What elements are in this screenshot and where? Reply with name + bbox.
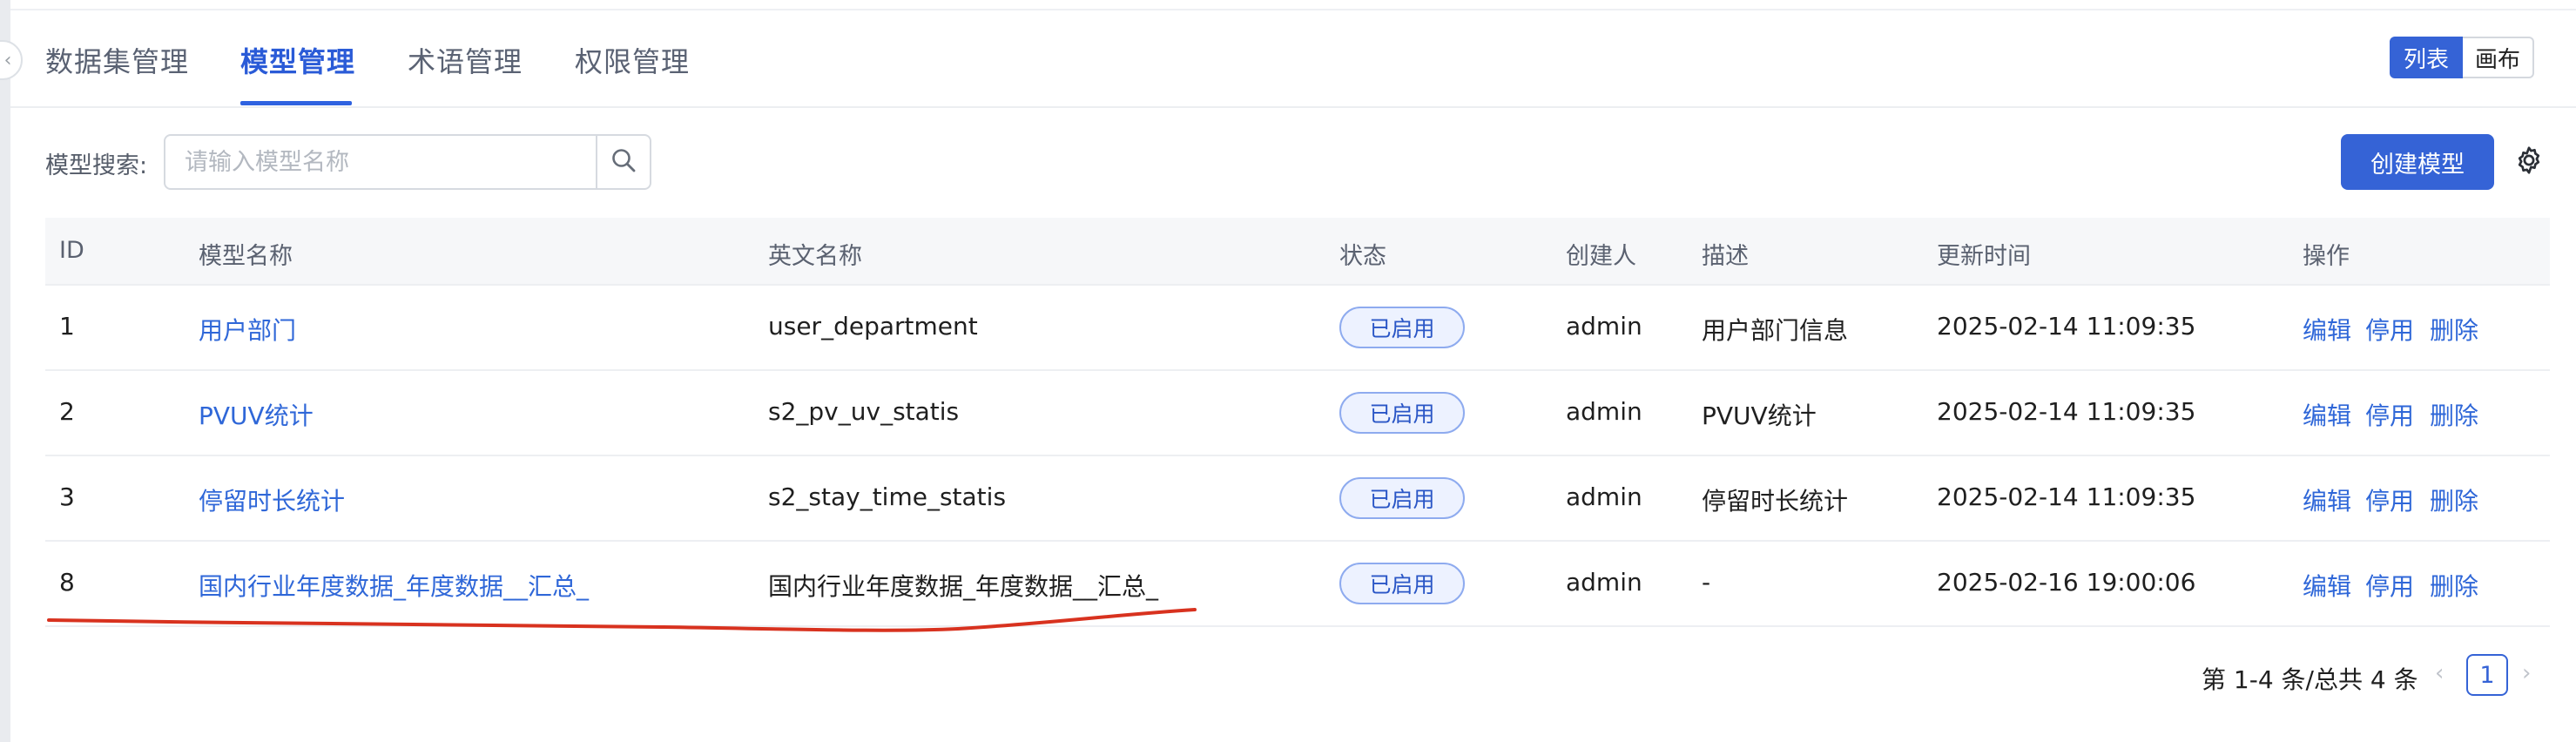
annotation-underline [47,608,1197,632]
search-button[interactable] [596,134,651,190]
column-header-english-name: 英文名称 [768,243,862,270]
row-divider [45,625,2550,627]
cell-updated-time: 2025-02-14 11:09:35 [1937,482,2196,511]
row-divider [45,455,2550,456]
disable-link[interactable]: 停用 [2365,312,2414,347]
cell-description: 停留时长统计 [1702,487,1849,516]
cell-english-name: user_department [768,312,978,341]
column-header-name: 模型名称 [199,243,293,270]
row-divider [45,284,2550,286]
edit-link[interactable]: 编辑 [2303,482,2351,517]
settings-button[interactable] [2512,145,2546,179]
cell-updated-time: 2025-02-14 11:09:35 [1937,312,2196,341]
active-tab-indicator [240,101,352,105]
edit-link[interactable]: 编辑 [2303,568,2351,603]
cell-updated-time: 2025-02-14 11:09:35 [1937,397,2196,426]
delete-link[interactable]: 删除 [2430,482,2478,517]
chevron-left-icon: ‹ [3,49,12,71]
model-name-link[interactable]: 国内行业年度数据_年度数据__汇总_ [199,568,589,603]
status-badge: 已启用 [1339,563,1465,604]
search-icon [610,147,637,177]
disable-link[interactable]: 停用 [2365,568,2414,603]
model-name-link[interactable]: 用户部门 [199,312,296,347]
column-header-actions: 操作 [2303,243,2350,270]
pagination-next-button[interactable]: › [2522,660,2531,686]
delete-link[interactable]: 删除 [2430,312,2478,347]
cell-creator: admin [1566,312,1642,341]
column-header-status: 状态 [1339,243,1386,270]
sidebar-edge [0,0,10,742]
model-name-link[interactable]: 停留时长统计 [199,482,345,517]
column-header-id: ID [59,237,84,264]
column-header-updated-time: 更新时间 [1937,243,2031,270]
cell-description: - [1702,568,1711,597]
view-toggle: 列表 画布 [2390,37,2535,78]
sidebar-collapse-button[interactable]: ‹ [0,40,23,80]
list-view-button[interactable]: 列表 [2390,37,2464,78]
cell-id: 2 [59,397,75,426]
delete-link[interactable]: 删除 [2430,397,2478,432]
table-header [45,218,2550,284]
pagination-summary: 第 1-4 条/总共 4 条 [2202,665,2418,694]
tab-model-management[interactable]: 模型管理 [240,40,355,80]
cell-updated-time: 2025-02-16 19:00:06 [1937,568,2196,597]
tab-dataset-management[interactable]: 数据集管理 [45,40,189,80]
create-model-button[interactable]: 创建模型 [2341,134,2494,190]
cell-english-name: s2_pv_uv_statis [768,397,960,426]
top-border [10,9,2576,10]
cell-creator: admin [1566,568,1642,597]
search-field [164,134,597,190]
column-header-creator: 创建人 [1566,243,1636,270]
cell-english-name: s2_stay_time_statis [768,482,1007,511]
delete-link[interactable]: 删除 [2430,568,2478,603]
tabs-divider [10,106,2576,108]
pagination-page-1[interactable]: 1 [2466,654,2508,696]
edit-link[interactable]: 编辑 [2303,397,2351,432]
cell-id: 8 [59,568,75,597]
disable-link[interactable]: 停用 [2365,482,2414,517]
column-header-description: 描述 [1702,243,1749,270]
edit-link[interactable]: 编辑 [2303,312,2351,347]
model-name-link[interactable]: PVUV统计 [199,397,314,432]
status-badge: 已启用 [1339,392,1465,434]
cell-english-name: 国内行业年度数据_年度数据__汇总_ [768,572,1159,601]
cell-creator: admin [1566,482,1642,511]
cell-creator: admin [1566,397,1642,426]
cell-id: 3 [59,482,75,511]
disable-link[interactable]: 停用 [2365,397,2414,432]
canvas-view-button[interactable]: 画布 [2463,37,2535,78]
row-divider [45,369,2550,371]
tab-term-management[interactable]: 术语管理 [408,40,523,80]
cell-description: PVUV统计 [1702,401,1817,430]
search-input[interactable] [165,136,596,188]
cell-description: 用户部门信息 [1702,316,1849,345]
cell-id: 1 [59,312,75,341]
search-label: 模型搜索: [45,152,148,179]
tab-permission-management[interactable]: 权限管理 [575,40,690,80]
status-badge: 已启用 [1339,477,1465,519]
gear-icon [2513,145,2545,179]
pagination-prev-button[interactable]: ‹ [2435,660,2444,686]
status-badge: 已启用 [1339,307,1465,348]
row-divider [45,540,2550,542]
